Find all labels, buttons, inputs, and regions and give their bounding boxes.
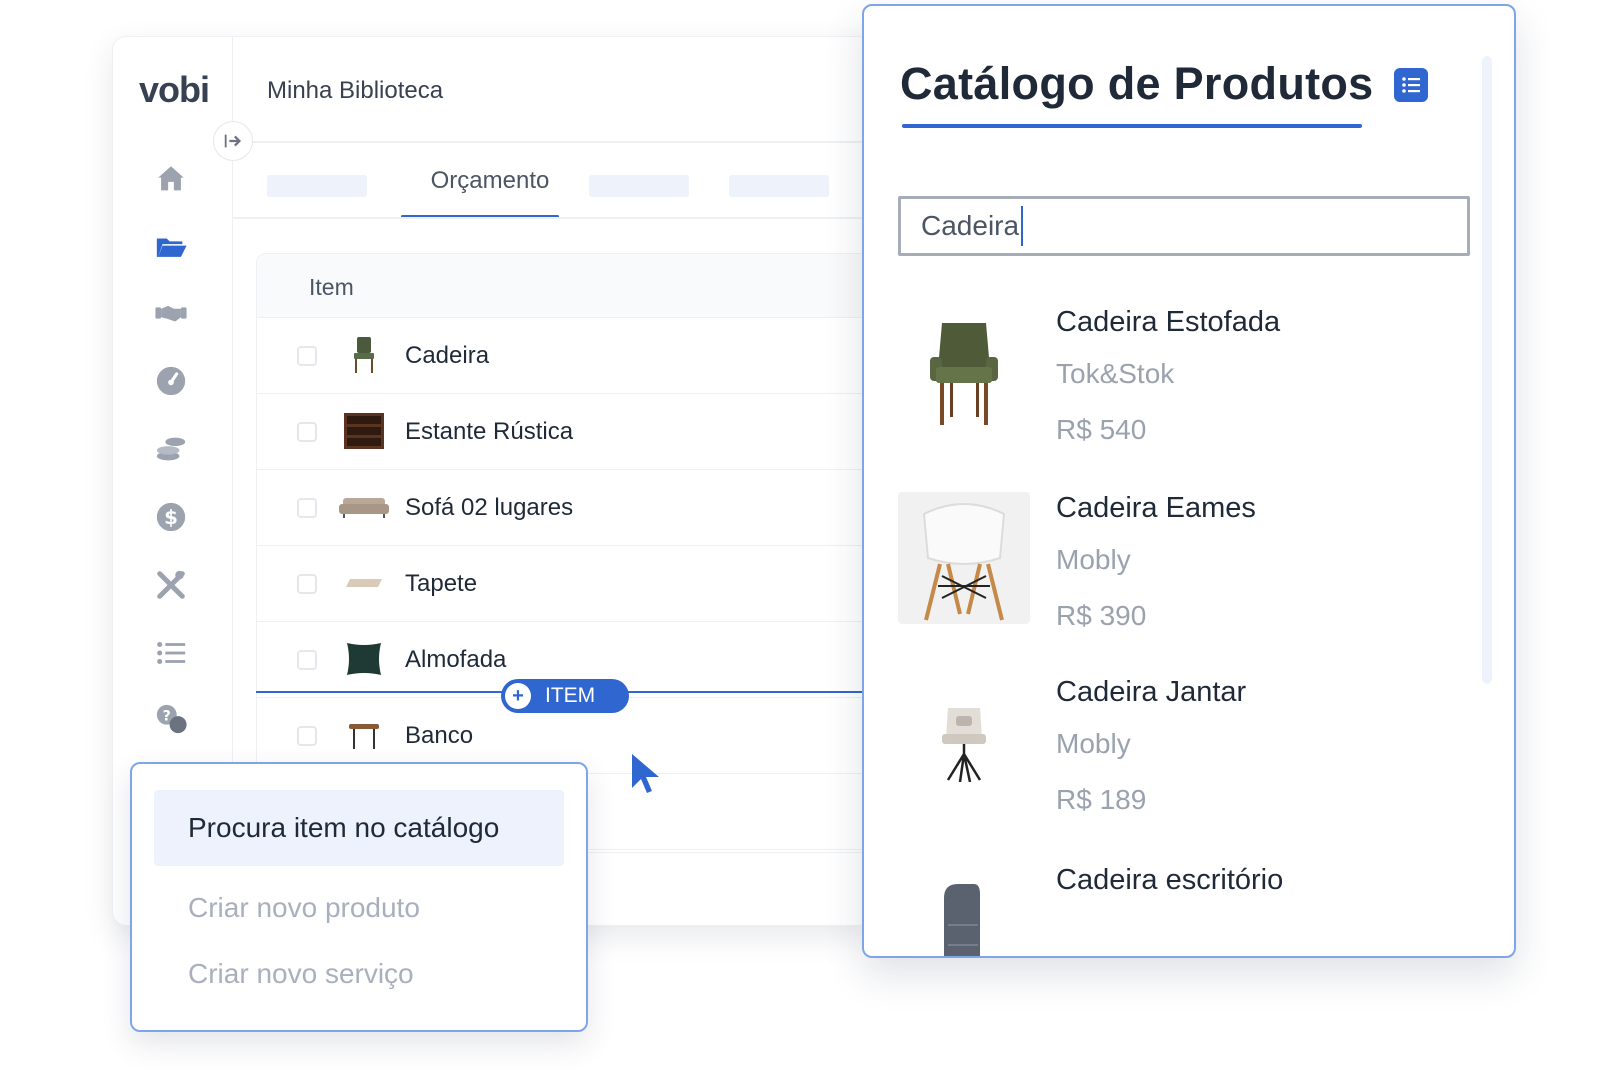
row-item-name: Tapete <box>405 570 478 597</box>
cursor-icon <box>632 754 659 793</box>
add-item-button[interactable]: + ITEM <box>501 679 629 713</box>
catalog-search-input[interactable] <box>898 196 1470 256</box>
catalog-title: Catálogo de Produtos <box>900 58 1374 109</box>
row-checkbox[interactable] <box>297 498 317 518</box>
gauge-icon[interactable] <box>153 363 189 399</box>
logo: vobi <box>139 69 210 110</box>
tabs-divider <box>233 217 871 219</box>
catalog-list-icon[interactable] <box>1394 68 1428 102</box>
row-item-name: Cadeira <box>405 342 490 369</box>
table-row[interactable]: Estante Rústica <box>257 394 871 470</box>
chair-thumbnail <box>339 332 389 378</box>
page-title: Minha Biblioteca <box>267 77 444 104</box>
row-item-name: Estante Rústica <box>405 418 574 445</box>
row-item-name: Sofá 02 lugares <box>405 494 574 521</box>
product-name: Cadeira Estofada <box>1056 306 1281 338</box>
stool-thumbnail <box>339 712 389 758</box>
header-divider <box>233 141 871 143</box>
menu-item-new-service[interactable]: Criar novo serviço <box>154 936 564 1012</box>
product-name: Cadeira Jantar <box>1056 676 1247 708</box>
coins-icon[interactable] <box>153 431 189 467</box>
product-price: R$ 540 <box>1056 414 1147 445</box>
shelf-thumbnail <box>339 408 389 454</box>
product-brand: Tok&Stok <box>1056 358 1175 389</box>
product-image-dining-chair <box>898 676 1030 808</box>
text-caret <box>1021 206 1023 246</box>
tools-icon[interactable] <box>153 567 189 603</box>
product-name: Cadeira escritório <box>1056 864 1284 896</box>
svg-text:$: $ <box>164 506 178 529</box>
menu-item-search-catalog[interactable]: Procura item no catálogo <box>154 790 564 866</box>
row-checkbox[interactable] <box>297 650 317 670</box>
sofa-thumbnail <box>339 484 389 530</box>
collapse-arrow-icon <box>224 134 242 148</box>
plus-icon: + <box>505 683 531 709</box>
tabs: Orçamento <box>233 167 871 219</box>
handshake-icon[interactable] <box>153 295 189 331</box>
svg-text:?: ? <box>163 708 171 724</box>
list-icon[interactable] <box>153 635 189 671</box>
help-chat-icon[interactable]: ? <box>153 701 189 737</box>
product-card[interactable]: Cadeira escritório <box>898 864 1498 956</box>
collapse-sidebar-button[interactable] <box>213 121 253 161</box>
product-name: Cadeira Eames <box>1056 492 1256 524</box>
product-card[interactable]: Cadeira Jantar Mobly R$ 189 <box>898 676 1498 846</box>
tab-orcamento[interactable]: Orçamento <box>410 167 570 195</box>
row-checkbox[interactable] <box>297 422 317 442</box>
product-brand: Mobly <box>1056 544 1131 575</box>
row-checkbox[interactable] <box>297 346 317 366</box>
product-card[interactable]: Cadeira Estofada Tok&Stok R$ 540 <box>898 306 1498 476</box>
product-brand: Mobly <box>1056 728 1131 759</box>
tab-placeholder-1[interactable] <box>267 175 367 197</box>
rug-thumbnail <box>339 560 389 606</box>
table-row[interactable]: Sofá 02 lugares <box>257 470 871 546</box>
dollar-icon[interactable]: $ <box>153 499 189 535</box>
product-price: R$ 189 <box>1056 784 1147 815</box>
tab-placeholder-2[interactable] <box>589 175 689 197</box>
home-icon[interactable] <box>153 161 189 197</box>
row-checkbox[interactable] <box>297 574 317 594</box>
product-card[interactable]: Cadeira Eames Mobly R$ 390 <box>898 492 1498 662</box>
row-checkbox[interactable] <box>297 726 317 746</box>
menu-item-new-product[interactable]: Criar novo produto <box>154 870 564 946</box>
row-item-name: Almofada <box>405 646 507 673</box>
column-header-item: Item <box>309 274 354 300</box>
product-image-office-chair <box>898 864 1030 956</box>
product-image-upholstered-chair <box>898 306 1030 438</box>
add-item-menu: Procura item no catálogo Criar novo prod… <box>130 762 588 1032</box>
product-price: R$ 390 <box>1056 600 1147 631</box>
row-item-name: Banco <box>405 722 474 749</box>
add-item-label: ITEM <box>545 684 596 707</box>
table-header: Item <box>257 254 871 318</box>
folder-icon[interactable] <box>153 229 189 265</box>
cushion-thumbnail <box>339 636 389 682</box>
table-row[interactable]: Cadeira <box>257 318 871 394</box>
table-row[interactable]: Tapete <box>257 546 871 622</box>
tab-placeholder-3[interactable] <box>729 175 829 197</box>
product-image-eames-chair <box>898 492 1030 624</box>
catalog-title-underline <box>902 124 1362 128</box>
catalog-panel: Catálogo de Produtos Cadeira Estofada To… <box>862 4 1516 958</box>
